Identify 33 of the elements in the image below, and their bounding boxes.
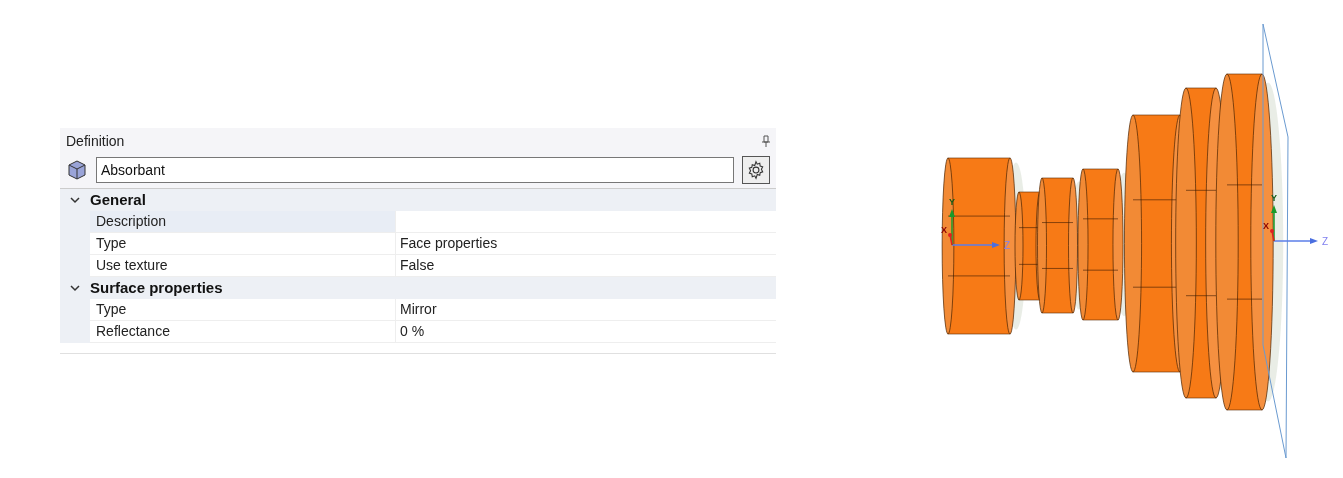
z-axis-arrow — [951, 242, 1000, 248]
settings-icon — [746, 160, 766, 180]
property-value: Mirror — [400, 300, 437, 319]
x-axis-arrow — [948, 233, 953, 246]
category-title: General — [90, 189, 146, 210]
value-cell[interactable]: False — [395, 255, 776, 277]
property-name[interactable]: Type — [90, 233, 395, 255]
cube-icon — [66, 159, 88, 181]
value-cell[interactable]: Mirror — [395, 299, 776, 321]
property-value: 0 % — [400, 322, 425, 341]
pin-icon[interactable] — [762, 135, 770, 147]
panel-title: Definition — [66, 131, 125, 151]
property-name[interactable]: Use texture — [90, 255, 395, 277]
z-axis-arrow — [1273, 238, 1318, 244]
category-title: Surface properties — [90, 277, 223, 298]
axis-label: X — [1263, 221, 1269, 231]
collapse-chevron-icon[interactable] — [70, 196, 80, 204]
x-axis-arrow — [1270, 229, 1275, 242]
property-value: False — [400, 256, 435, 275]
property-name[interactable]: Reflectance — [90, 321, 395, 343]
value-cell[interactable]: 0 % — [395, 321, 776, 343]
value-cell[interactable]: Face properties — [395, 233, 776, 255]
name-field[interactable]: Absorbant — [96, 157, 734, 183]
property-name[interactable]: Type — [90, 299, 395, 321]
axis-label: Z — [1004, 240, 1011, 251]
collapse-chevron-icon[interactable] — [70, 284, 80, 292]
property-value: Face properties — [400, 234, 498, 253]
y-axis-arrow — [949, 209, 955, 246]
property-name[interactable]: Description — [90, 211, 395, 233]
y-axis-arrow — [1271, 205, 1277, 242]
axis-label: Y — [949, 197, 955, 207]
axis-label: Z — [1322, 236, 1329, 247]
settings-button[interactable] — [742, 156, 770, 184]
